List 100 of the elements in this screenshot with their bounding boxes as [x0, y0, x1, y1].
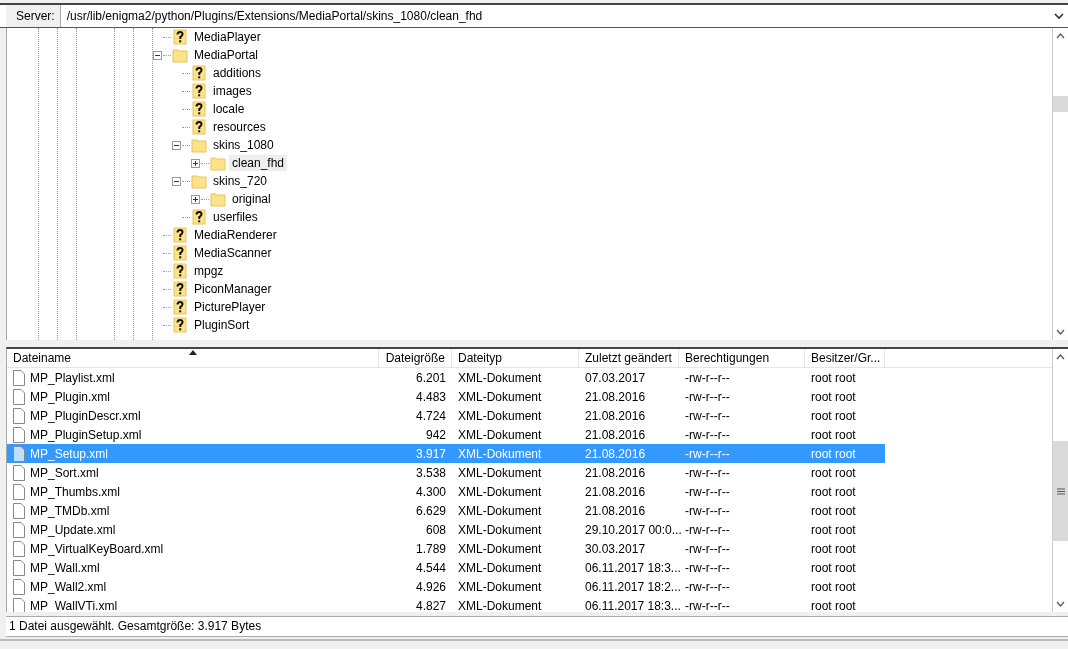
table-cell: XML-Dokument	[458, 370, 542, 385]
document-icon	[13, 426, 25, 443]
tree-item[interactable]: userfiles	[210, 209, 261, 225]
file-row[interactable]: MP_Thumbs.xml 4.300 XML-Dokument 21.08.2016 -rw-r--r-- root root	[7, 482, 885, 501]
table-cell: root root	[811, 427, 856, 442]
table-cell: 06.11.2017 18:3...	[585, 560, 681, 575]
question-folder-icon	[172, 263, 188, 279]
table-cell: -rw-r--r--	[685, 408, 730, 423]
chevron-down-icon	[1054, 12, 1064, 20]
tree-item[interactable]: MediaRenderer	[191, 227, 280, 243]
question-folder-icon	[172, 299, 188, 315]
collapse-icon[interactable]	[172, 176, 181, 186]
tree-item[interactable]: PicturePlayer	[191, 299, 269, 315]
document-icon	[13, 464, 25, 481]
table-cell: -rw-r--r--	[685, 598, 730, 612]
tree-item[interactable]: MediaPortal	[191, 47, 262, 63]
column-header[interactable]: Berechtigungen	[679, 349, 805, 367]
question-folder-icon	[191, 65, 207, 81]
expand-icon[interactable]	[191, 194, 200, 204]
file-row[interactable]: MP_PluginDescr.xml 4.724 XML-Dokument 21.08.2016 -rw-r--r-- root root	[7, 406, 885, 425]
folder-icon	[210, 191, 226, 207]
table-cell: -rw-r--r--	[685, 579, 730, 594]
table-cell: root root	[811, 465, 856, 480]
tree-item[interactable]: skins_720	[210, 173, 271, 189]
question-folder-icon	[172, 317, 188, 333]
table-cell: 21.08.2016	[585, 503, 646, 518]
chevron-down-icon	[1056, 601, 1065, 607]
file-row[interactable]: MP_WallVTi.xml 4.827 XML-Dokument 06.11.2017 18:3... -rw-r--r-- root root	[7, 596, 885, 612]
table-cell: root root	[811, 408, 856, 423]
collapse-icon[interactable]	[153, 50, 162, 60]
table-cell: XML-Dokument	[458, 427, 542, 442]
folder-icon	[191, 173, 207, 189]
table-cell: root root	[811, 522, 856, 537]
tree-item[interactable]: original	[229, 191, 274, 207]
tree-item[interactable]: resources	[210, 119, 269, 135]
expand-icon[interactable]	[191, 158, 200, 168]
question-folder-icon	[191, 83, 207, 99]
tree-item[interactable]: skins_1080	[210, 137, 277, 153]
tree-item[interactable]: MediaPlayer	[191, 29, 264, 45]
table-cell: XML-Dokument	[458, 484, 542, 499]
table-cell: -rw-r--r--	[685, 446, 730, 461]
collapse-icon[interactable]	[172, 140, 181, 150]
table-cell: 21.08.2016	[585, 446, 646, 461]
table-cell: 4.827	[415, 598, 446, 612]
file-row[interactable]: MP_Wall.xml 4.544 XML-Dokument 06.11.2017 18:3... -rw-r--r-- root root	[7, 558, 885, 577]
grip-icon	[1056, 487, 1065, 495]
tree-item[interactable]: PluginSort	[191, 317, 253, 333]
tree-item[interactable]: mpgz	[191, 263, 227, 279]
table-cell: root root	[811, 503, 856, 518]
document-icon	[13, 578, 25, 595]
table-cell: XML-Dokument	[458, 522, 542, 537]
column-header[interactable]: Dateigröße	[379, 349, 452, 367]
table-cell: root root	[811, 446, 856, 461]
column-header[interactable]: Dateityp	[452, 349, 579, 367]
table-cell: root root	[811, 484, 856, 499]
question-folder-icon	[191, 209, 207, 225]
table-cell: XML-Dokument	[458, 560, 542, 575]
scrollbar-thumb[interactable]	[1053, 441, 1068, 541]
table-cell: -rw-r--r--	[685, 370, 730, 385]
tree-item[interactable]: PiconManager	[191, 281, 275, 297]
table-cell: root root	[811, 370, 856, 385]
column-header[interactable]: Besitzer/Gr...	[805, 349, 885, 367]
table-cell: XML-Dokument	[458, 541, 542, 556]
table-cell: MP_WallVTi.xml	[30, 598, 118, 612]
file-row[interactable]: MP_Sort.xml 3.538 XML-Dokument 21.08.2016 -rw-r--r-- root root	[7, 463, 885, 482]
table-cell: MP_Wall.xml	[30, 560, 100, 575]
table-cell: MP_Sort.xml	[30, 465, 99, 480]
column-header[interactable]: Zuletzt geändert	[579, 349, 679, 367]
table-cell: XML-Dokument	[458, 465, 542, 480]
scrollbar-thumb[interactable]	[1053, 96, 1068, 112]
table-cell: -rw-r--r--	[685, 389, 730, 404]
table-cell: 6.201	[415, 370, 446, 385]
document-icon	[13, 521, 25, 538]
file-row[interactable]: MP_TMDb.xml 6.629 XML-Dokument 21.08.2016 -rw-r--r-- root root	[7, 501, 885, 520]
tree-item[interactable]: MediaScanner	[191, 245, 275, 261]
table-cell: 4.483	[415, 389, 446, 404]
chevron-up-icon	[1056, 33, 1065, 39]
list-scrollbar[interactable]	[1052, 349, 1068, 612]
file-row[interactable]: MP_Plugin.xml 4.483 XML-Dokument 21.08.2016 -rw-r--r-- root root	[7, 387, 885, 406]
file-row[interactable]: MP_Update.xml 608 XML-Dokument 29.10.2017 00:0... -rw-r--r-- root root	[7, 520, 885, 539]
tree-item[interactable]: clean_fhd	[229, 155, 288, 171]
tree-scrollbar[interactable]	[1052, 28, 1068, 340]
table-cell: XML-Dokument	[458, 503, 542, 518]
sort-arrow-icon	[189, 350, 197, 355]
document-icon	[13, 407, 25, 424]
document-icon	[13, 369, 25, 386]
table-cell: MP_Thumbs.xml	[30, 484, 121, 499]
table-cell: 21.08.2016	[585, 427, 646, 442]
tree-item[interactable]: locale	[210, 101, 248, 117]
table-cell: 07.03.2017	[585, 370, 646, 385]
file-row[interactable]: MP_Wall2.xml 4.926 XML-Dokument 06.11.2017 18:2... -rw-r--r-- root root	[7, 577, 885, 596]
table-cell: -rw-r--r--	[685, 560, 730, 575]
tree-item[interactable]: additions	[210, 65, 265, 81]
file-row[interactable]: MP_VirtualKeyBoard.xml 1.789 XML-Dokument 30.03.2017 -rw-r--r-- root root	[7, 539, 885, 558]
file-row[interactable]: MP_PluginSetup.xml 942 XML-Dokument 21.08.2016 -rw-r--r-- root root	[7, 425, 885, 444]
folder-icon	[191, 137, 207, 153]
file-row[interactable]: MP_Playlist.xml 6.201 XML-Dokument 07.03.2017 -rw-r--r-- root root	[7, 368, 885, 387]
status-bar: 1 Datei ausgewählt. Gesamtgröße: 3.917 Bytes	[6, 616, 1068, 637]
table-cell: 942	[425, 427, 446, 442]
tree-item[interactable]: images	[210, 83, 255, 99]
